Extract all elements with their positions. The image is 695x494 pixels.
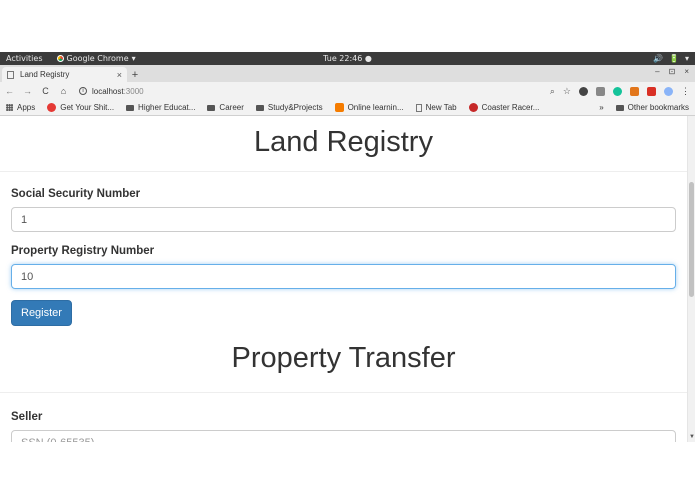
folder-icon — [615, 104, 624, 111]
bookmark-label: New Tab — [425, 103, 457, 112]
extension-icon[interactable] — [647, 86, 656, 96]
grammarly-icon[interactable] — [613, 86, 622, 96]
app-menu[interactable]: Google Chrome ▾ — [56, 54, 136, 63]
section-title-property-transfer: Property Transfer — [0, 338, 687, 393]
window-controls: – ⊡ × — [655, 67, 689, 76]
url-port: :3000 — [123, 86, 144, 96]
bookmark-apps[interactable]: Apps — [6, 103, 35, 112]
page-viewport: Land Registry Social Security Number 1 P… — [0, 116, 695, 442]
tab-land-registry[interactable]: Land Registry × — [2, 67, 127, 82]
site-favicon — [47, 103, 57, 112]
app-menu-label: Google Chrome — [66, 54, 129, 63]
url-host: localhost — [92, 86, 124, 96]
activities-button[interactable]: Activities — [6, 54, 43, 63]
window-close-icon[interactable]: × — [684, 67, 689, 76]
apps-grid-icon — [6, 104, 13, 111]
bookmark-label: Get Your Shit... — [60, 103, 115, 112]
property-number-label: Property Registry Number — [11, 245, 155, 257]
folder-icon — [207, 104, 216, 111]
page-scrollbar[interactable]: ▼ — [687, 116, 695, 442]
tray-menu-icon: ▾ — [684, 54, 689, 63]
bookmark-new-tab[interactable]: New Tab — [415, 103, 457, 112]
bookmarks-overflow-icon[interactable]: » — [599, 103, 603, 112]
back-icon[interactable]: ← — [5, 86, 14, 96]
bookmark-label: Other bookmarks — [627, 103, 689, 112]
register-button[interactable]: Register — [11, 300, 72, 326]
ssn-input[interactable]: 1 — [11, 207, 676, 232]
seller-label: Seller — [11, 411, 43, 423]
mail-extension-icon[interactable] — [596, 86, 605, 96]
bookmark-study-projects[interactable]: Study&Projects — [255, 103, 323, 112]
close-icon[interactable]: × — [117, 70, 122, 80]
screen-top-margin — [0, 0, 695, 52]
star-icon[interactable]: ☆ — [563, 86, 571, 97]
bookmark-label: Higher Educat... — [138, 103, 196, 112]
site-favicon — [468, 103, 478, 112]
bookmark-label: Online learnin... — [347, 103, 404, 112]
page-title: Land Registry — [0, 116, 687, 172]
zoom-icon[interactable]: ⌕ — [550, 86, 555, 97]
forward-icon[interactable]: → — [23, 86, 32, 96]
bookmark-online-learning[interactable]: Online learnin... — [334, 103, 404, 112]
info-icon[interactable]: i — [79, 87, 87, 95]
system-tray[interactable]: 🔊 🔋 ▾ — [653, 54, 689, 63]
new-tab-button[interactable]: + — [127, 67, 143, 82]
scrollbar-thumb[interactable] — [689, 182, 694, 297]
tab-strip: Land Registry × + – ⊡ × — [0, 65, 695, 82]
bookmark-label: Career — [219, 103, 244, 112]
bookmark-coaster-racer[interactable]: Coaster Racer... — [468, 103, 540, 112]
tab-title: Land Registry — [20, 70, 70, 79]
system-top-bar: Activities Google Chrome ▾ Tue 22:46 ● 🔊… — [0, 52, 695, 65]
bookmarks-bar: Apps Get Your Shit... Higher Educat... C… — [0, 100, 695, 116]
bookmark-label: Coaster Racer... — [481, 103, 540, 112]
folder-icon — [126, 104, 135, 111]
site-favicon — [334, 103, 344, 112]
seller-ssn-input[interactable]: SSN (0-65535) — [11, 430, 676, 442]
folder-icon — [255, 104, 264, 111]
bookmark-other[interactable]: Other bookmarks — [615, 103, 689, 112]
address-bar[interactable]: i localhost :3000 — [77, 84, 541, 98]
page-icon — [415, 103, 422, 112]
chrome-icon — [56, 55, 64, 62]
bookmark-get-your-shit[interactable]: Get Your Shit... — [47, 103, 114, 112]
page-icon — [7, 70, 14, 79]
chevron-down-icon: ▾ — [131, 54, 136, 63]
home-icon[interactable]: ⌂ — [59, 86, 68, 96]
bookmark-label: Study&Projects — [267, 103, 323, 112]
profile-avatar[interactable] — [664, 86, 673, 96]
bookmark-career[interactable]: Career — [207, 103, 244, 112]
metamask-icon[interactable] — [630, 86, 639, 96]
battery-icon: 🔋 — [669, 54, 679, 63]
restore-icon[interactable]: ⊡ — [669, 67, 676, 76]
ssn-label: Social Security Number — [11, 188, 141, 200]
page-content: Land Registry Social Security Number 1 P… — [0, 116, 687, 442]
minimize-icon[interactable]: – — [655, 67, 659, 76]
bookmark-higher-education[interactable]: Higher Educat... — [126, 103, 195, 112]
reload-icon[interactable]: C — [41, 86, 50, 96]
property-number-input[interactable]: 10 — [11, 264, 676, 289]
menu-kebab-icon[interactable]: ⋮ — [681, 86, 690, 97]
volume-icon: 🔊 — [653, 54, 664, 63]
browser-toolbar: ← → C ⌂ i localhost :3000 ⌕ ☆ ⋮ — [0, 82, 695, 100]
extension-icon[interactable] — [579, 86, 588, 96]
bookmark-label: Apps — [17, 103, 36, 112]
scroll-down-icon[interactable]: ▼ — [689, 434, 695, 440]
